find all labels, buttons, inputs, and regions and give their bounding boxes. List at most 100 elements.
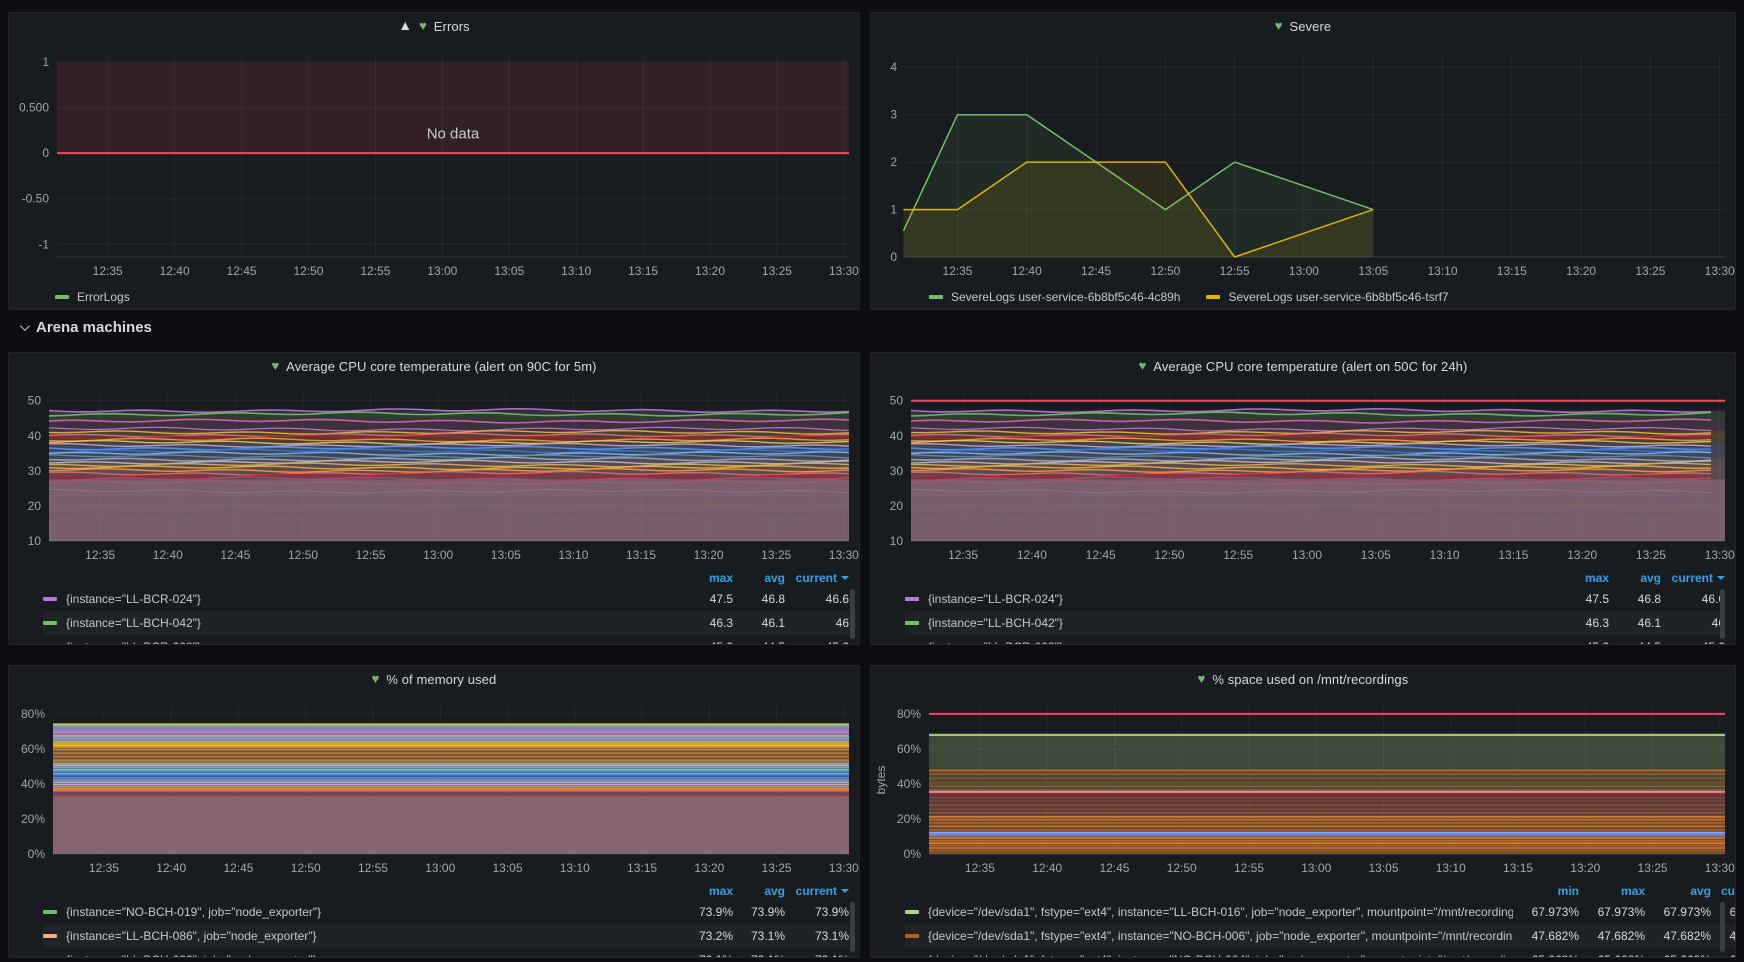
legend-value-avg: 65.668% [1645,953,1711,957]
series-color-dash [1206,295,1220,299]
legend-value-max: 73.9% [681,905,733,919]
space-chart[interactable]: 80%60%40%20%0%12:3512:4012:4512:5012:551… [871,692,1735,880]
svg-text:13:10: 13:10 [560,861,590,875]
svg-text:20%: 20% [897,812,921,826]
svg-text:13:00: 13:00 [427,264,457,278]
legend-series-label: ErrorLogs [77,290,130,304]
panel-memory-header[interactable]: ♥ % of memory used [9,666,859,692]
svg-text:13:05: 13:05 [494,264,524,278]
legend-col-current[interactable]: current [1711,884,1735,898]
svg-text:13:15: 13:15 [626,548,656,562]
alert-ok-heart-icon: ♥ [1198,672,1206,685]
panel-cpu-50c-header[interactable]: ♥ Average CPU core temperature (alert on… [871,353,1735,379]
svg-text:2: 2 [890,155,897,169]
cpu-50c-chart[interactable]: 504030201012:3512:4012:4512:5012:5513:00… [871,379,1735,567]
legend-row: {instance="LL-BCR-024"} 47.5 46.8 46.6 [43,587,849,611]
svg-text:12:55: 12:55 [1223,548,1253,562]
panel-severe-header[interactable]: ♥ Severe [871,13,1735,39]
legend-row: {instance="LL-BCH-086", job="node_export… [43,924,849,948]
panel-cpu-90c-header[interactable]: ♥ Average CPU core temperature (alert on… [9,353,859,379]
panel-errors: ▲︎​ ♥ Errors 10.5000-0.50-112:3512:4012:… [8,12,860,310]
legend-value-avg: 46.1 [1609,616,1661,630]
legend-col-current[interactable]: current [1661,571,1725,585]
svg-text:13:20: 13:20 [694,548,724,562]
legend-header-row: max avg current [43,569,849,587]
legend-header-row: max avg current [43,882,849,900]
legend-col-current[interactable]: current [785,571,849,585]
legend-value-avg: 44.5 [733,640,785,644]
legend-header-row: max avg current [905,569,1725,587]
legend-col-current[interactable]: current [785,884,849,898]
svg-text:13:05: 13:05 [491,548,521,562]
series-color-dash [43,621,57,625]
severe-chart[interactable]: 4321012:3512:4012:4512:5012:5513:0013:05… [871,39,1735,283]
legend-value-avg: 46.8 [733,592,785,606]
legend-col-max[interactable]: max [1579,884,1645,898]
legend-scrollbar[interactable] [850,589,855,639]
panel-title: % space used on /mnt/recordings [1212,672,1408,687]
legend-value-avg: 46.1 [733,616,785,630]
sort-caret-icon [841,576,849,580]
legend-value-avg: 46.8 [1609,592,1661,606]
svg-text:13:15: 13:15 [1503,861,1533,875]
legend-value-avg: 44.5 [1609,640,1661,644]
legend-value-max: 67.973% [1579,905,1645,919]
legend-col-avg[interactable]: avg [733,884,785,898]
legend-col-max[interactable]: max [681,571,733,585]
chevron-down-icon [20,321,30,331]
legend-row: {instance="NO-BCH-019", job="node_export… [43,900,849,924]
svg-text:1: 1 [890,203,897,217]
legend-value-current: 46.6 [785,592,849,606]
svg-text:13:15: 13:15 [628,264,658,278]
series-color-dash [905,934,919,938]
legend-value-min: 47.682% [1513,929,1579,943]
legend-col-avg[interactable]: avg [1645,884,1711,898]
svg-text:13:15: 13:15 [1497,264,1527,278]
legend-scrollbar[interactable] [850,902,855,952]
series-color-dash [905,597,919,601]
space-legend-table: min max avg current {device="/dev/sda1",… [871,880,1735,957]
svg-text:13:20: 13:20 [694,861,724,875]
svg-text:4: 4 [890,60,897,74]
legend-scrollbar[interactable] [1720,902,1725,952]
legend-col-avg[interactable]: avg [1609,571,1661,585]
svg-text:13:20: 13:20 [695,264,725,278]
section-arena-machines[interactable]: Arena machines [8,310,1736,344]
legend-col-avg[interactable]: avg [733,571,785,585]
svg-text:0%: 0% [904,847,922,861]
severe-legend: SevereLogs user-service-6b8bf5c46-4c89h … [871,283,1735,310]
panel-space-header[interactable]: ♥ % space used on /mnt/recordings [871,666,1735,692]
svg-text:12:45: 12:45 [220,548,250,562]
series-color-dash [43,597,57,601]
legend-col-max[interactable]: max [681,884,733,898]
svg-text:12:40: 12:40 [160,264,190,278]
panel-title: Severe [1289,19,1331,34]
errors-chart[interactable]: 10.5000-0.50-112:3512:4012:4512:5012:551… [9,39,859,283]
legend-item[interactable]: SevereLogs user-service-6b8bf5c46-4c89h [929,290,1180,304]
memory-chart[interactable]: 80%60%40%20%0%12:3512:4012:4512:5012:551… [9,692,859,880]
cpu-90c-chart[interactable]: 504030201012:3512:4012:4512:5012:5513:00… [9,379,859,567]
legend-value-current: 46 [1661,616,1725,630]
legend-value-current: 73.9% [785,905,849,919]
panel-errors-header[interactable]: ▲︎​ ♥ Errors [9,13,859,39]
svg-text:12:40: 12:40 [156,861,186,875]
legend-scrollbar[interactable] [1720,589,1725,639]
legend-col-max[interactable]: max [1557,571,1609,585]
svg-text:1: 1 [42,55,49,69]
series-color-dash [929,295,943,299]
svg-text:13:25: 13:25 [1636,548,1666,562]
svg-text:13:10: 13:10 [561,264,591,278]
alert-ok-heart-icon: ♥ [271,359,279,372]
svg-text:12:55: 12:55 [1220,264,1250,278]
legend-value-max: 45.2 [681,640,733,644]
legend-value-current: 73.1% [785,953,849,957]
alert-ok-heart-icon: ♥ [1139,359,1147,372]
series-color-dash [55,295,69,299]
legend-col-min[interactable]: min [1513,884,1579,898]
legend-item[interactable]: ErrorLogs [55,290,130,304]
panel-title: Average CPU core temperature (alert on 9… [286,359,596,374]
legend-value-avg: 67.973% [1645,905,1711,919]
svg-text:13:00: 13:00 [1292,548,1322,562]
svg-text:12:50: 12:50 [291,861,321,875]
legend-item[interactable]: SevereLogs user-service-6b8bf5c46-tsrf7 [1206,290,1448,304]
